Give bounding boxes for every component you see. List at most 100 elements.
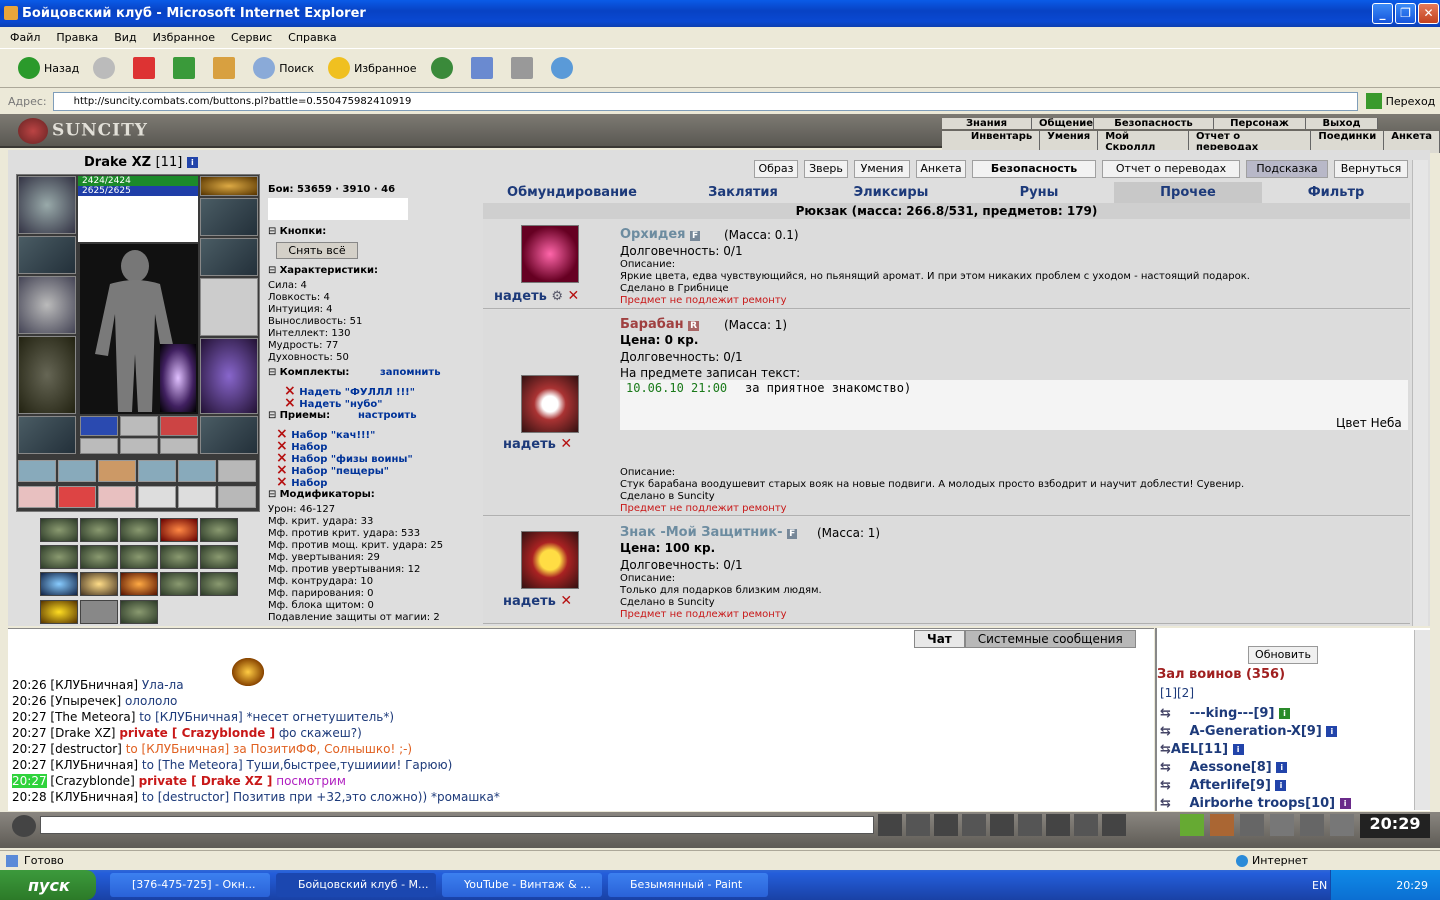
ring-slot-2[interactable]: [120, 416, 158, 436]
image-button[interactable]: Образ: [754, 160, 798, 178]
filter-icon[interactable]: [934, 814, 958, 836]
menu-edit[interactable]: Правка: [56, 31, 98, 44]
smiley-icon[interactable]: [1074, 814, 1098, 836]
section-characteristics[interactable]: Характеристики:: [268, 265, 378, 276]
wear-link[interactable]: надеть ⚙ ✕: [494, 288, 579, 304]
online-scrollbar[interactable]: [1414, 630, 1430, 810]
refresh-button[interactable]: Обновить: [1248, 646, 1318, 664]
tab-chat[interactable]: Чат: [914, 630, 965, 648]
bag-icon[interactable]: [1180, 814, 1204, 836]
online-user[interactable]: ⇆ A-Generation-X[9] i: [1160, 724, 1338, 739]
transfer-icon[interactable]: ⇆: [1160, 778, 1171, 793]
info-icon[interactable]: i: [1232, 744, 1244, 755]
section-tricks[interactable]: Приемы:: [268, 410, 331, 421]
trade-icon[interactable]: [1300, 814, 1324, 836]
effect-icon-11[interactable]: [40, 572, 78, 596]
delete-icon[interactable]: ×: [284, 395, 296, 411]
friends-icon[interactable]: [1240, 814, 1264, 836]
effect-icon-3[interactable]: [120, 518, 158, 542]
online-user[interactable]: ⇆ Aessone[8] i: [1160, 760, 1288, 775]
menu-tools[interactable]: Сервис: [231, 31, 272, 44]
task-window-2[interactable]: Бойцовский клуб - M...: [276, 873, 436, 897]
quick-slot-1[interactable]: [18, 460, 56, 482]
transfer-icon[interactable]: ⇆: [1160, 796, 1171, 811]
info-icon[interactable]: i: [1339, 798, 1351, 809]
effect-icon-17[interactable]: [80, 600, 118, 624]
tab-elixirs[interactable]: Эликсиры: [825, 182, 957, 203]
boots-slot[interactable]: [200, 416, 258, 454]
tab-system-messages[interactable]: Системные сообщения: [964, 630, 1136, 648]
set-item-2[interactable]: × Надеть "нубо": [284, 395, 383, 411]
online-user[interactable]: ⇆ Airborhe troops[10] i: [1160, 796, 1351, 811]
gloves-slot[interactable]: [200, 238, 258, 276]
effect-icon-13[interactable]: [120, 572, 158, 596]
effect-icon-6[interactable]: [40, 545, 78, 569]
pages[interactable]: [1][2]: [1160, 686, 1194, 700]
tab-other[interactable]: Прочее: [1114, 182, 1262, 203]
transfers-button[interactable]: Отчет о переводах: [1102, 160, 1240, 178]
item-name[interactable]: Знак -Мой Защитник- F: [620, 525, 798, 540]
nav-character[interactable]: Персонаж: [1214, 118, 1306, 129]
translit-icon[interactable]: [1018, 814, 1042, 836]
effect-icon-2[interactable]: [80, 518, 118, 542]
clear-icon[interactable]: [906, 814, 930, 836]
tab-equipment[interactable]: Обмундирование: [483, 182, 661, 203]
transfer-icon[interactable]: ⇆: [1160, 742, 1171, 757]
wear-link[interactable]: надеть ✕: [503, 593, 572, 609]
amulet-slot[interactable]: [200, 198, 258, 236]
effect-icon-18[interactable]: [120, 600, 158, 624]
item-name[interactable]: Орхидея F: [620, 227, 701, 242]
delete-icon[interactable]: ×: [276, 474, 288, 490]
forward-button[interactable]: [93, 57, 119, 79]
info-icon[interactable]: i: [186, 157, 198, 168]
quick-slot-6[interactable]: [218, 460, 256, 482]
nav-knowledge[interactable]: Знания: [942, 118, 1032, 129]
send-icon[interactable]: [878, 814, 902, 836]
undress-button[interactable]: Снять всё: [276, 242, 358, 259]
nav-security[interactable]: Безопасность: [1094, 118, 1214, 129]
back-button[interactable]: Назад: [18, 57, 79, 79]
tab-runes[interactable]: Руны: [961, 182, 1117, 203]
quick-slot-10[interactable]: [138, 486, 176, 508]
effect-icon-9[interactable]: [160, 545, 198, 569]
chat-mode-icon[interactable]: [12, 815, 36, 837]
info-icon[interactable]: i: [1278, 708, 1290, 719]
refresh-button[interactable]: [173, 57, 199, 79]
delete-icon[interactable]: ✕: [560, 436, 572, 452]
quick-slot-5[interactable]: [178, 460, 216, 482]
chat-input[interactable]: [40, 816, 874, 834]
remember-link[interactable]: запомнить: [380, 367, 441, 378]
online-user[interactable]: ⇆ Afterlife[9] i: [1160, 778, 1287, 793]
quick-slot-3[interactable]: [98, 460, 136, 482]
quick-slot-2[interactable]: [58, 460, 96, 482]
transfer-icon[interactable]: ⇆: [1160, 724, 1171, 739]
quick-slot-8[interactable]: [58, 486, 96, 508]
history-button[interactable]: [430, 57, 457, 79]
nav-exit[interactable]: Выход: [1306, 118, 1378, 129]
close-button[interactable]: ✕: [1418, 3, 1439, 24]
tab-spells[interactable]: Заклятия: [665, 182, 821, 203]
menu-view[interactable]: Вид: [114, 31, 136, 44]
effect-icon-10[interactable]: [200, 545, 238, 569]
belt-slot[interactable]: [18, 416, 76, 454]
maximize-button[interactable]: ❐: [1395, 3, 1416, 24]
effect-icon-5[interactable]: [200, 518, 238, 542]
effect-icon-14[interactable]: [160, 572, 198, 596]
delete-icon[interactable]: ✕: [560, 593, 572, 609]
trickset-5[interactable]: × Набор: [276, 474, 327, 490]
effect-icon-12[interactable]: [80, 572, 118, 596]
fight-icon[interactable]: [990, 814, 1014, 836]
info-icon[interactable]: i: [1326, 726, 1338, 737]
task-window-3[interactable]: YouTube - Винтаж & ...: [442, 873, 602, 897]
gear-icon[interactable]: ⚙: [551, 289, 563, 304]
transfer-icon[interactable]: ⇆: [1160, 706, 1171, 721]
pants-slot[interactable]: [200, 338, 258, 414]
menu-file[interactable]: Файл: [10, 31, 40, 44]
quick-slot-11[interactable]: [178, 486, 216, 508]
online-user[interactable]: ⇆ ---king---[9] i: [1160, 706, 1290, 721]
weapon-slot[interactable]: [18, 276, 76, 334]
task-window-4[interactable]: Безымянный - Paint: [608, 873, 768, 897]
menu-help[interactable]: Справка: [288, 31, 336, 44]
tune-link[interactable]: настроить: [358, 410, 417, 421]
info-icon[interactable]: i: [1275, 780, 1287, 791]
